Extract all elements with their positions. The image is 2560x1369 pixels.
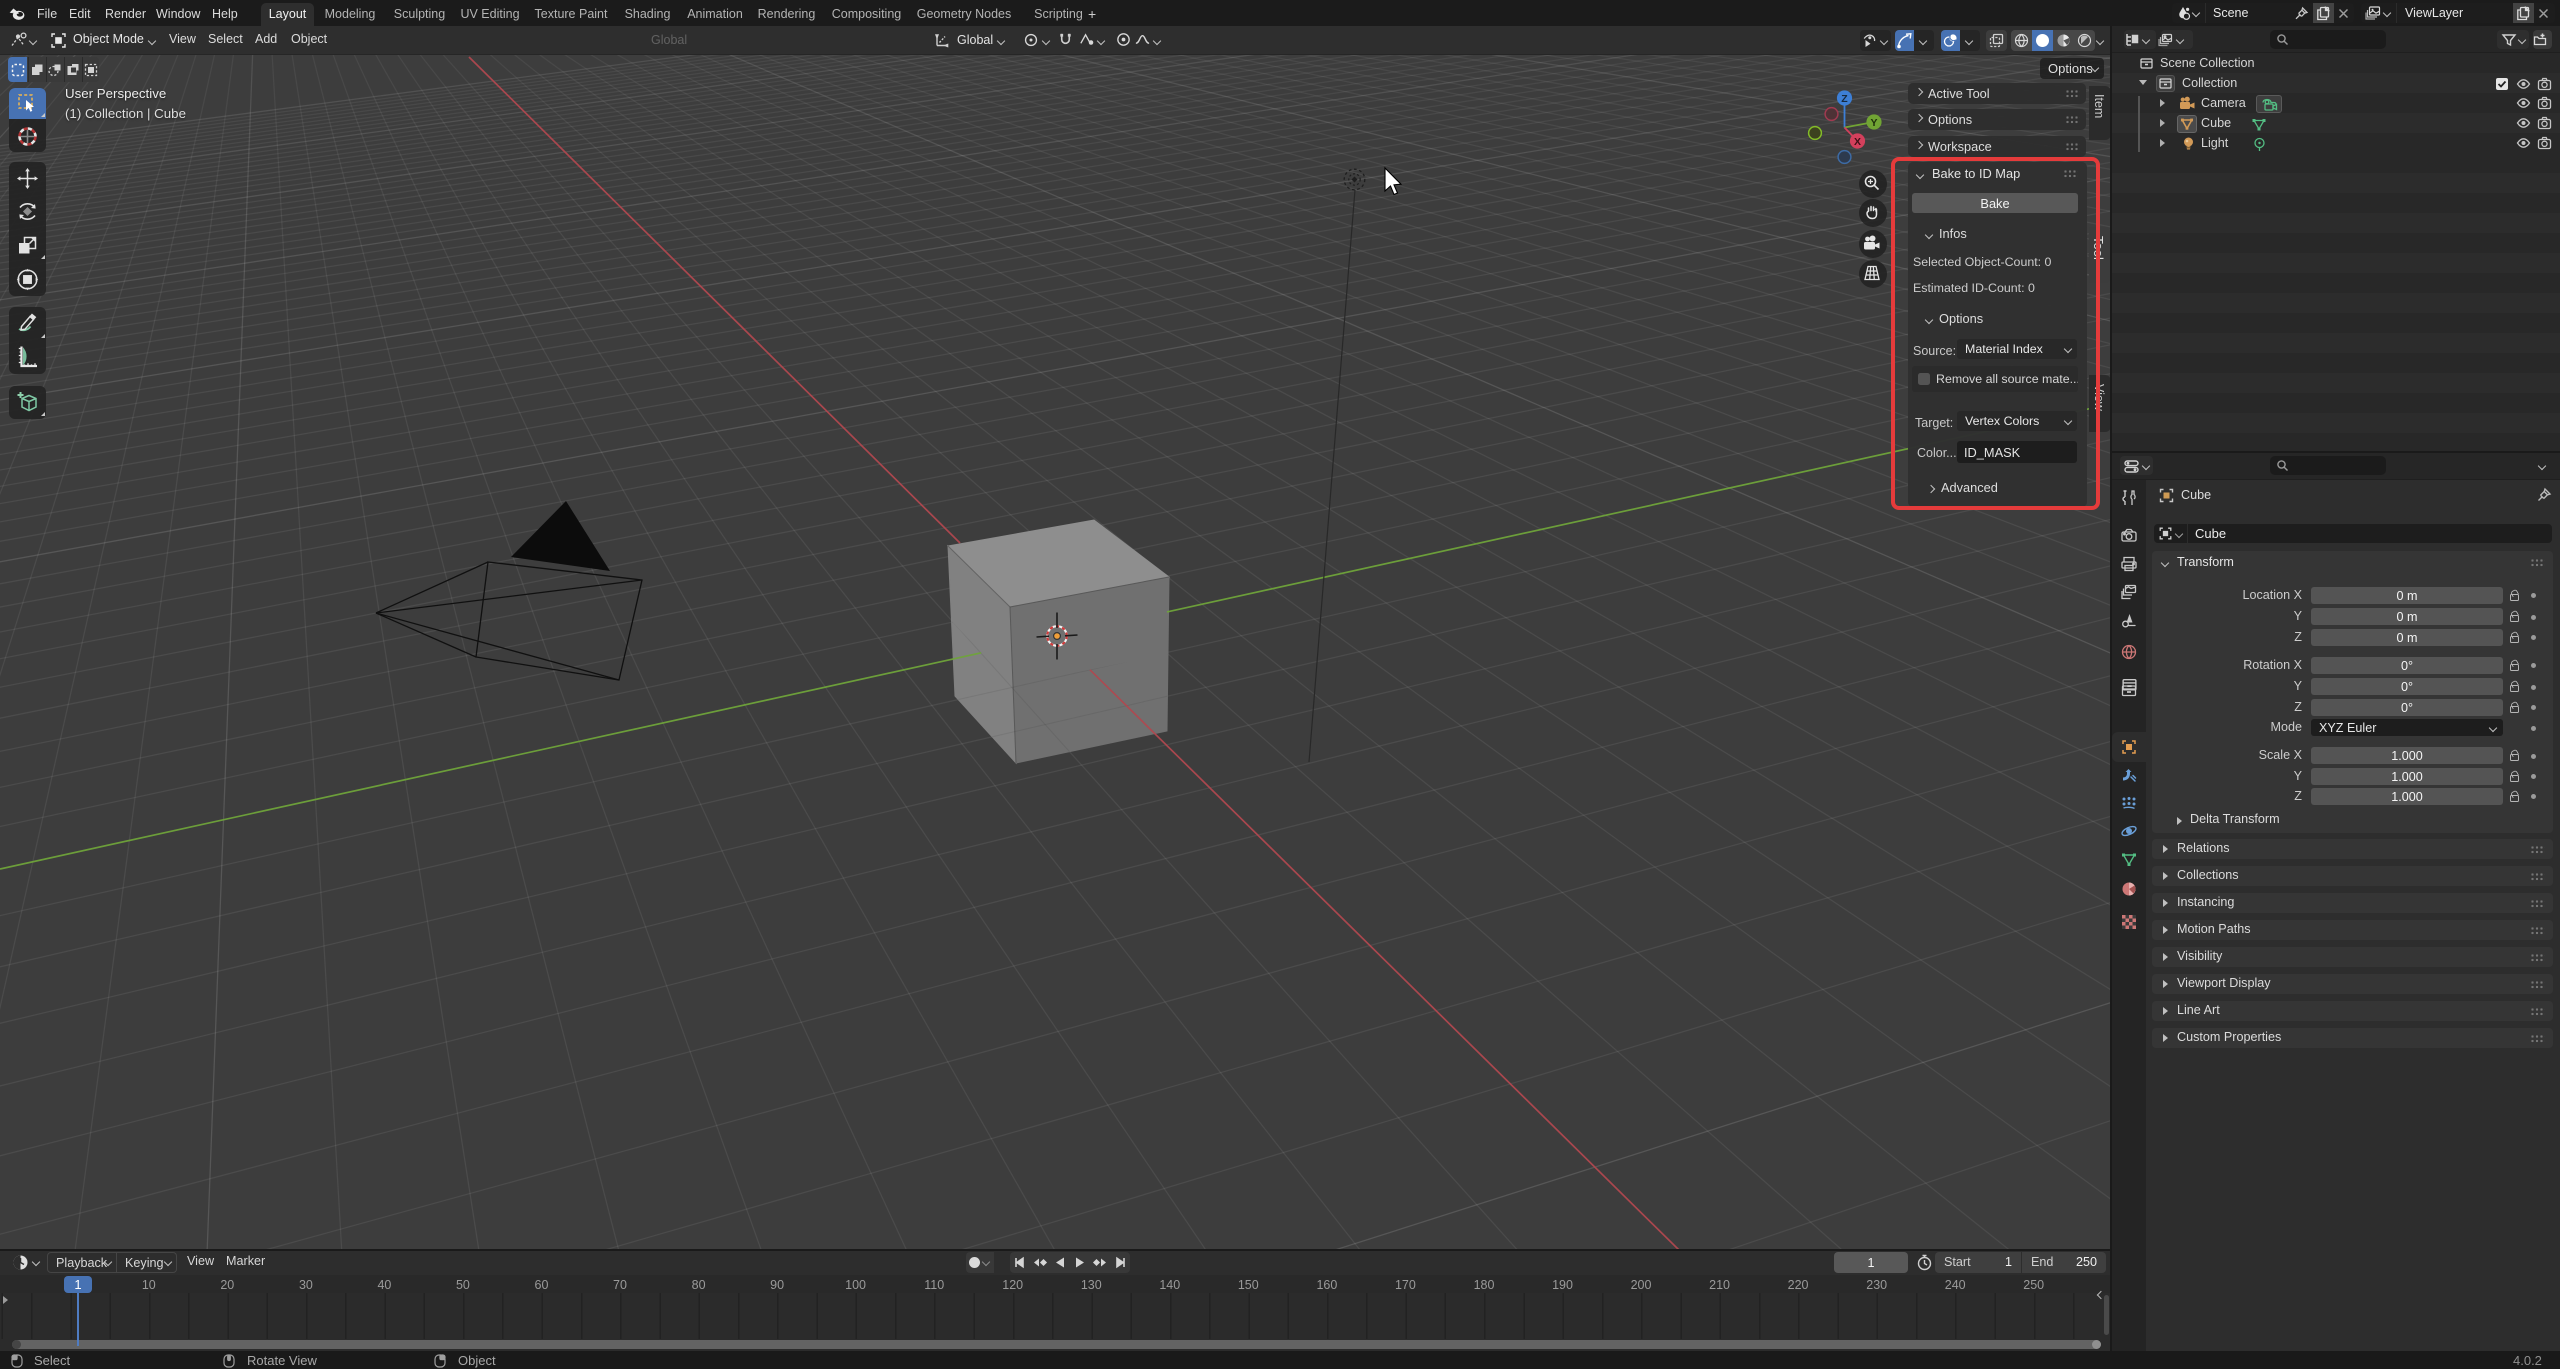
svg-text:Y: Y (1870, 117, 1877, 129)
svg-text:X: X (1854, 136, 1861, 148)
svg-text:Z: Z (1841, 93, 1848, 105)
